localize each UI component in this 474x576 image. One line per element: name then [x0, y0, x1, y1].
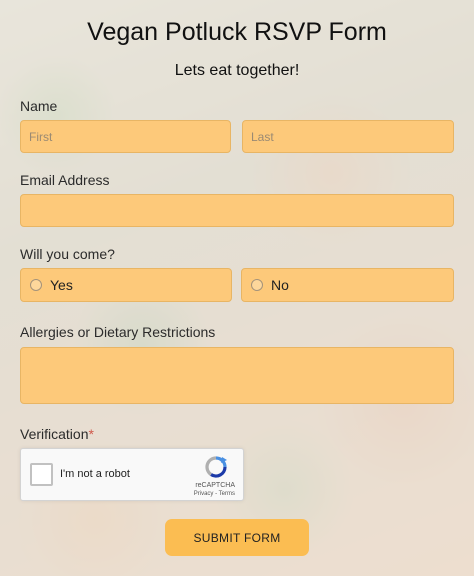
allergies-textarea[interactable]	[20, 347, 454, 404]
verification-label-text: Verification	[20, 426, 89, 442]
attendance-option-label: Yes	[50, 277, 73, 293]
attendance-option-label: No	[271, 277, 289, 293]
recaptcha-logo-icon	[205, 456, 227, 478]
required-marker: *	[88, 426, 94, 442]
last-name-input[interactable]	[242, 120, 454, 153]
radio-button-no[interactable]	[251, 279, 263, 291]
name-label: Name	[20, 98, 58, 114]
attendance-option-no[interactable]: No	[241, 268, 454, 302]
recaptcha-checkbox-label: I'm not a robot	[60, 468, 130, 480]
rsvp-form: Vegan Potluck RSVP Form Lets eat togethe…	[0, 0, 474, 576]
radio-button-yes[interactable]	[30, 279, 42, 291]
form-subtitle: Lets eat together!	[174, 62, 300, 79]
submit-button[interactable]: SUBMIT FORM	[165, 519, 309, 556]
form-title: Vegan Potluck RSVP Form	[87, 18, 387, 46]
first-name-input[interactable]	[20, 120, 231, 153]
recaptcha-privacy-terms-link[interactable]: Privacy - Terms	[194, 491, 235, 497]
email-label: Email Address	[20, 172, 110, 188]
recaptcha-checkbox[interactable]	[30, 463, 53, 486]
email-input[interactable]	[20, 194, 454, 227]
attendance-label: Will you come?	[20, 246, 115, 262]
recaptcha-brand: reCAPTCHA	[195, 482, 235, 489]
attendance-option-yes[interactable]: Yes	[20, 268, 232, 302]
allergies-label: Allergies or Dietary Restrictions	[20, 324, 216, 340]
verification-label: Verification*	[20, 426, 94, 442]
recaptcha-widget: I'm not a robot reCAPTCHA Privacy - Term…	[20, 448, 244, 501]
